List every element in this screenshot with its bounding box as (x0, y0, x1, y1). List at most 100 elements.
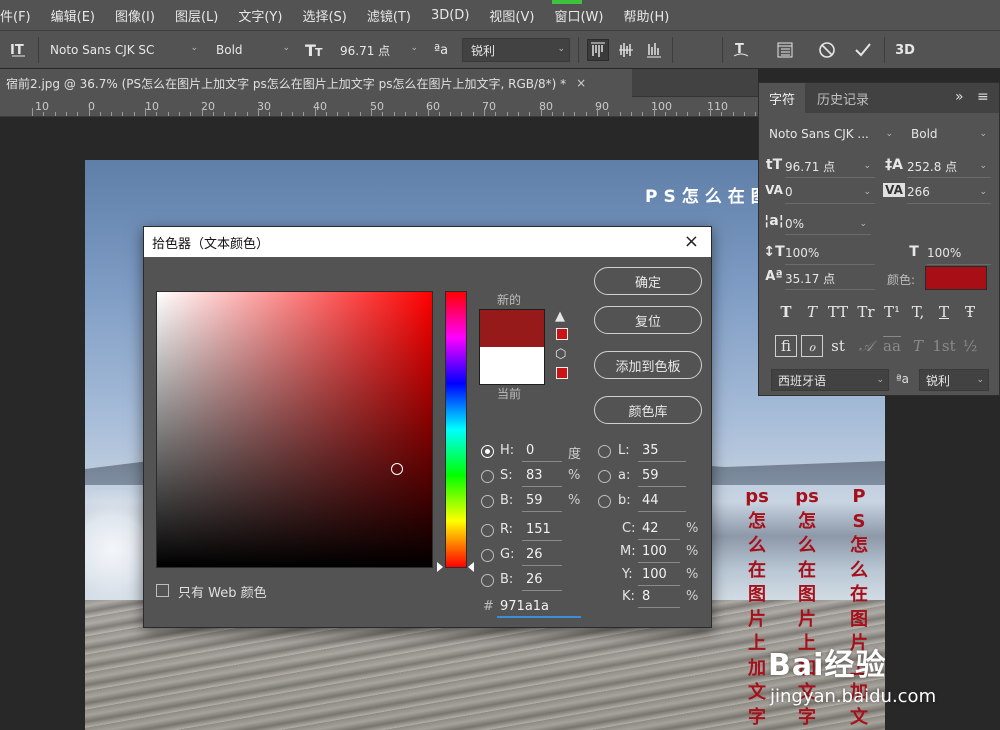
menu-layer[interactable]: 图层(L) (165, 6, 228, 25)
ordinals-button[interactable]: 1st (932, 335, 955, 357)
horizontal-scale-field[interactable]: 100% (927, 243, 991, 263)
gamut-correction-swatch[interactable] (556, 328, 568, 340)
blue-radio[interactable] (481, 574, 494, 587)
brightness-radio[interactable] (481, 495, 494, 508)
toggle-panels-icon[interactable] (774, 39, 796, 61)
color-picker-cursor[interactable] (391, 463, 403, 475)
align-bottom-icon[interactable] (643, 39, 665, 61)
align-top-icon[interactable] (587, 39, 609, 61)
vertical-type-tool-icon[interactable]: IT (8, 39, 30, 61)
horizontal-ruler[interactable]: 10 0 10 20 30 40 50 60 70 80 90 100 110 (0, 97, 758, 117)
menu-help[interactable]: 帮助(H) (613, 6, 679, 25)
panel-menu-icon[interactable]: ≡ (977, 89, 989, 105)
current-color-swatch[interactable] (479, 347, 545, 385)
language-dropdown[interactable]: 西班牙语 ⌄ (771, 369, 889, 391)
faux-bold-button[interactable]: T (775, 301, 797, 323)
titling-alternates-button[interactable]: T (907, 335, 929, 357)
yellow-field[interactable]: 100 (642, 567, 667, 585)
lab-a-field[interactable]: 59 (642, 468, 659, 486)
small-caps-button[interactable]: Tr (855, 301, 877, 323)
cyan-field[interactable]: 42 (642, 521, 659, 539)
close-icon[interactable]: × (576, 76, 586, 90)
commit-icon[interactable] (852, 39, 874, 61)
menu-filter[interactable]: 滤镜(T) (357, 6, 421, 25)
web-safe-swatch[interactable] (556, 367, 568, 379)
leading-field[interactable]: 252.8 点 ⌄ (907, 156, 991, 176)
cancel-icon[interactable] (816, 39, 838, 61)
tab-history[interactable]: 历史记录 (807, 83, 879, 113)
underline-button[interactable]: T (933, 301, 955, 323)
red-radio[interactable] (481, 524, 494, 537)
menu-window[interactable]: 窗口(W) (544, 6, 613, 25)
3d-icon[interactable]: 3D (894, 39, 916, 61)
hue-slider-right-handle[interactable] (468, 562, 474, 572)
font-style-dropdown[interactable]: Bold ⌄ (208, 38, 294, 62)
stylistic-alternates-button[interactable]: aa (881, 335, 903, 357)
add-to-swatches-button[interactable]: 添加到色板 (594, 351, 702, 379)
hex-field[interactable]: 971a1a (500, 599, 549, 617)
hue-slider[interactable] (445, 291, 467, 568)
tab-character[interactable]: 字符 (759, 83, 806, 113)
all-caps-button[interactable]: TT (827, 301, 849, 323)
subscript-button[interactable]: T, (907, 301, 929, 323)
lab-b-radio[interactable] (598, 495, 611, 508)
lab-l-radio[interactable] (598, 445, 611, 458)
menu-type[interactable]: 文字(Y) (228, 6, 292, 25)
reset-button[interactable]: 复位 (594, 306, 702, 334)
align-center-icon[interactable] (615, 39, 637, 61)
magenta-field[interactable]: 100 (642, 544, 667, 562)
web-safe-cube-icon[interactable]: ⬡ (555, 347, 566, 362)
headline-text-layer[interactable]: PS怎么在图 (645, 182, 774, 207)
hue-radio[interactable] (481, 445, 494, 458)
panel-font-style-dropdown[interactable]: Bold ⌄ (911, 124, 991, 144)
ligatures-button[interactable]: fi (775, 335, 797, 357)
kerning-field[interactable]: 0 ⌄ (785, 182, 875, 202)
superscript-button[interactable]: T¹ (881, 301, 903, 323)
contextual-alternates-button[interactable]: st (827, 335, 849, 357)
brightness-field[interactable]: 59 (526, 493, 543, 511)
collapse-icon[interactable]: » (955, 89, 964, 105)
panel-font-size-field[interactable]: 96.71 点 ⌄ (785, 156, 875, 176)
black-field[interactable]: 8 (642, 589, 650, 607)
hue-field[interactable]: 0 (526, 443, 534, 461)
saturation-radio[interactable] (481, 470, 494, 483)
saturation-field[interactable]: 83 (526, 468, 543, 486)
lab-l-field[interactable]: 35 (642, 443, 659, 461)
discretionary-ligatures-button[interactable]: ℴ (801, 335, 823, 357)
green-radio[interactable] (481, 549, 494, 562)
strikethrough-button[interactable]: Ŧ (959, 301, 981, 323)
menu-file[interactable]: 件(F) (0, 6, 41, 25)
document-tab[interactable]: 宿前2.jpg @ 36.7% (PS怎么在图片上加文字 ps怎么在图片上加文字… (0, 69, 632, 97)
font-size-dropdown[interactable]: 96.71 点 ⌄ (332, 38, 422, 62)
color-libraries-button[interactable]: 颜色库 (594, 396, 702, 424)
swash-button[interactable]: 𝒜 (855, 335, 877, 357)
menu-3d[interactable]: 3D(D) (421, 8, 479, 23)
faux-italic-button[interactable]: T (801, 301, 823, 323)
menu-view[interactable]: 视图(V) (479, 6, 544, 25)
menu-select[interactable]: 选择(S) (292, 6, 356, 25)
new-color-swatch[interactable] (479, 309, 545, 347)
ok-button[interactable]: 确定 (594, 267, 702, 295)
saturation-brightness-field[interactable] (156, 291, 433, 568)
lab-a-radio[interactable] (598, 470, 611, 483)
menu-edit[interactable]: 编辑(E) (41, 6, 105, 25)
vertical-scale-field[interactable]: 100% (785, 243, 875, 263)
fractions-button[interactable]: ½ (959, 335, 981, 357)
dialog-titlebar[interactable]: 拾色器（文本颜色） × (144, 227, 711, 257)
warp-text-icon[interactable]: T (730, 39, 752, 61)
red-field[interactable]: 151 (526, 522, 551, 540)
panel-font-family-dropdown[interactable]: Noto Sans CJK ... ⌄ (769, 124, 897, 144)
web-colors-only-checkbox[interactable] (156, 584, 169, 597)
font-family-dropdown[interactable]: Noto Sans CJK SC ⌄ (42, 38, 202, 62)
tsume-field[interactable]: 0% ⌄ (785, 214, 871, 234)
baseline-shift-field[interactable]: 35.17 点 (785, 268, 875, 288)
antialias-dropdown[interactable]: 锐利 ⌄ (462, 38, 570, 62)
lab-b-field[interactable]: 44 (642, 493, 659, 511)
panel-color-swatch[interactable] (925, 266, 987, 290)
close-icon[interactable]: × (684, 231, 699, 252)
menu-image[interactable]: 图像(I) (105, 6, 165, 25)
vertical-text-layer-1[interactable]: ps怎么在图片上加文字 (745, 485, 769, 730)
green-field[interactable]: 26 (526, 547, 543, 565)
panel-antialias-dropdown[interactable]: 锐利 ⌄ (919, 369, 989, 391)
blue-field[interactable]: 26 (526, 572, 543, 590)
